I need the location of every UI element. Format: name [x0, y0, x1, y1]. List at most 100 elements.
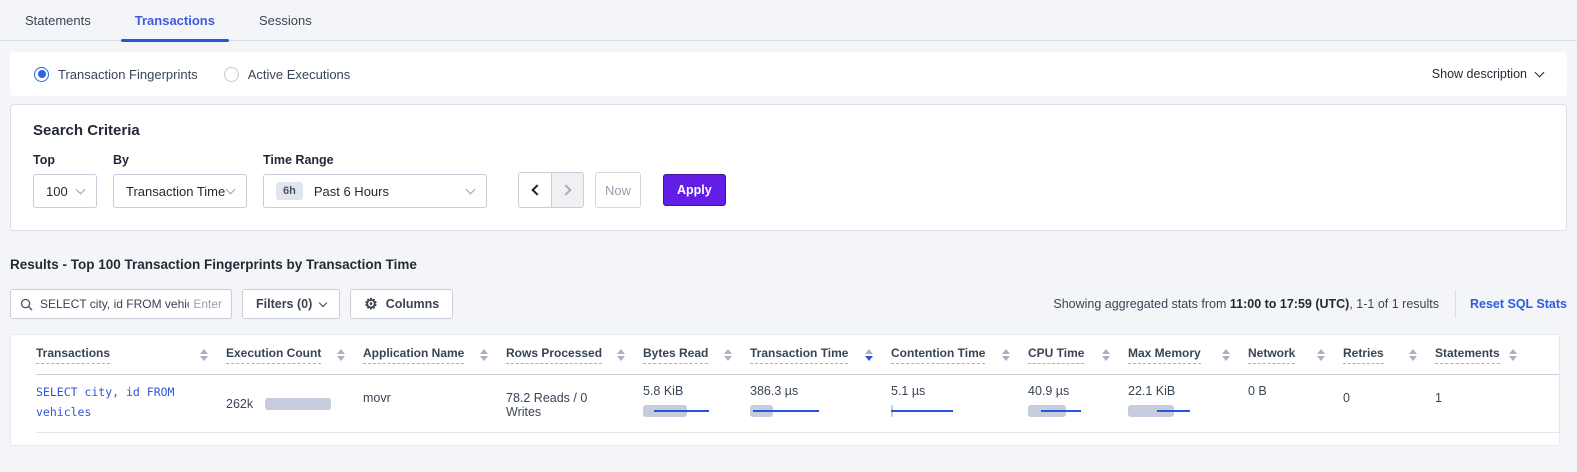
time-range-label: Time Range	[263, 153, 502, 167]
view-toggle-row: Transaction Fingerprints Active Executio…	[10, 52, 1567, 96]
stats-suffix: , 1-1 of 1 results	[1349, 297, 1439, 311]
search-criteria-card: Search Criteria Top 100 By Transaction T…	[10, 104, 1567, 231]
results-heading: Results - Top 100 Transaction Fingerprin…	[10, 257, 1567, 272]
search-icon	[20, 298, 33, 311]
show-description-toggle[interactable]: Show description	[1432, 67, 1543, 81]
column-header-max-memory[interactable]: Max Memory	[1128, 346, 1248, 364]
sort-icon[interactable]	[200, 349, 208, 361]
top-select[interactable]: 100	[33, 174, 97, 208]
column-header-rows-processed[interactable]: Rows Processed	[506, 346, 643, 364]
filters-button[interactable]: Filters (0)	[242, 289, 340, 319]
transaction-fingerprint-link[interactable]: SELECT city, id FROM vehicles	[36, 383, 208, 422]
by-select-value: Transaction Time	[126, 184, 225, 199]
column-header-contention-time[interactable]: Contention Time	[891, 346, 1028, 364]
transactions-table: Transactions Execution Count Application…	[10, 334, 1560, 446]
aggregated-stats-note: Showing aggregated stats from 11:00 to 1…	[1053, 297, 1439, 311]
apply-button[interactable]: Apply	[663, 174, 726, 206]
by-select[interactable]: Transaction Time	[113, 174, 247, 208]
sort-icon[interactable]	[1002, 349, 1010, 361]
bytes-read-cell: 5.8 KiB	[643, 375, 750, 432]
chevron-down-icon	[466, 184, 476, 194]
cpu-time-value: 40.9 µs	[1028, 384, 1110, 398]
chevron-down-icon	[76, 184, 86, 194]
sort-desc-icon[interactable]	[865, 349, 873, 361]
column-header-statements[interactable]: Statements	[1435, 346, 1535, 364]
chevron-left-icon	[531, 184, 542, 195]
radio-unselected-icon	[224, 67, 239, 82]
table-row: SELECT city, id FROM vehicles 262k movr …	[36, 375, 1559, 433]
radio-label: Transaction Fingerprints	[58, 67, 198, 82]
contention-time-cell: 5.1 µs	[891, 375, 1028, 432]
chevron-right-icon	[560, 184, 571, 195]
column-header-bytes-read[interactable]: Bytes Read	[643, 346, 750, 364]
now-button[interactable]: Now	[595, 172, 641, 208]
next-time-window-button[interactable]	[551, 173, 583, 207]
gear-icon	[364, 297, 377, 312]
chevron-down-icon	[319, 298, 327, 306]
cpu-time-cell: 40.9 µs	[1028, 375, 1128, 432]
time-range-select[interactable]: 6h Past 6 Hours	[263, 174, 487, 208]
network-cell: 0 B	[1248, 375, 1343, 432]
tab-statements[interactable]: Statements	[25, 0, 105, 41]
column-header-cpu-time[interactable]: CPU Time	[1028, 346, 1128, 364]
time-range-group: Time Range 6h Past 6 Hours	[263, 153, 502, 208]
filters-label: Filters (0)	[256, 297, 312, 311]
columns-button[interactable]: Columns	[350, 289, 453, 319]
sort-icon[interactable]	[1222, 349, 1230, 361]
by-group: By Transaction Time	[113, 153, 247, 208]
column-header-transactions[interactable]: Transactions	[36, 346, 226, 364]
sort-icon[interactable]	[1102, 349, 1110, 361]
execution-count-cell: 262k	[226, 375, 363, 432]
divider	[1455, 290, 1456, 318]
execution-count-bar	[265, 398, 331, 410]
transaction-time-bar	[750, 405, 845, 417]
radio-active-executions[interactable]: Active Executions	[224, 67, 351, 82]
tab-sessions[interactable]: Sessions	[245, 0, 326, 41]
column-header-transaction-time[interactable]: Transaction Time	[750, 346, 891, 364]
max-memory-bar	[1128, 405, 1223, 417]
table-header-row: Transactions Execution Count Application…	[36, 335, 1559, 375]
search-criteria-title: Search Criteria	[33, 122, 1544, 139]
bytes-read-bar	[643, 405, 738, 417]
search-box[interactable]: Enter	[10, 289, 232, 319]
max-memory-cell: 22.1 KiB	[1128, 375, 1248, 432]
retries-cell: 0	[1343, 375, 1435, 432]
search-criteria-controls: Top 100 By Transaction Time Time Range 6…	[33, 153, 1544, 208]
application-name-cell: movr	[363, 375, 506, 432]
statements-cell: 1	[1435, 375, 1535, 432]
top-label: Top	[33, 153, 97, 167]
stats-prefix: Showing aggregated stats from	[1053, 297, 1230, 311]
sort-icon[interactable]	[617, 349, 625, 361]
time-window-pager	[518, 172, 584, 208]
sort-icon[interactable]	[480, 349, 488, 361]
sort-icon[interactable]	[337, 349, 345, 361]
chevron-down-icon	[226, 184, 236, 194]
enter-hint: Enter	[193, 297, 222, 311]
rows-processed-cell: 78.2 Reads / 0 Writes	[506, 375, 643, 432]
cpu-time-bar	[1028, 405, 1123, 417]
sort-icon[interactable]	[1317, 349, 1325, 361]
max-memory-value: 22.1 KiB	[1128, 384, 1230, 398]
results-controls: Enter Filters (0) Columns Showing aggreg…	[10, 289, 1567, 319]
column-header-network[interactable]: Network	[1248, 346, 1343, 364]
tab-bar: Statements Transactions Sessions	[0, 0, 1577, 41]
show-description-label: Show description	[1432, 67, 1527, 81]
reset-sql-stats-link[interactable]: Reset SQL Stats	[1470, 297, 1567, 311]
radio-transaction-fingerprints[interactable]: Transaction Fingerprints	[34, 67, 198, 82]
column-header-execution-count[interactable]: Execution Count	[226, 346, 363, 364]
top-group: Top 100	[33, 153, 97, 208]
sort-icon[interactable]	[1409, 349, 1417, 361]
tab-transactions[interactable]: Transactions	[121, 0, 229, 41]
sort-icon[interactable]	[1509, 349, 1517, 361]
time-range-badge: 6h	[276, 182, 303, 200]
search-input[interactable]	[40, 297, 189, 311]
contention-time-value: 5.1 µs	[891, 384, 1010, 398]
sort-icon[interactable]	[724, 349, 732, 361]
radio-label: Active Executions	[248, 67, 351, 82]
column-header-application-name[interactable]: Application Name	[363, 346, 506, 364]
columns-label: Columns	[386, 297, 439, 311]
transaction-time-value: 386.3 µs	[750, 384, 873, 398]
stats-time-range: 11:00 to 17:59 (UTC)	[1230, 297, 1349, 311]
previous-time-window-button[interactable]	[519, 173, 551, 207]
column-header-retries[interactable]: Retries	[1343, 346, 1435, 364]
